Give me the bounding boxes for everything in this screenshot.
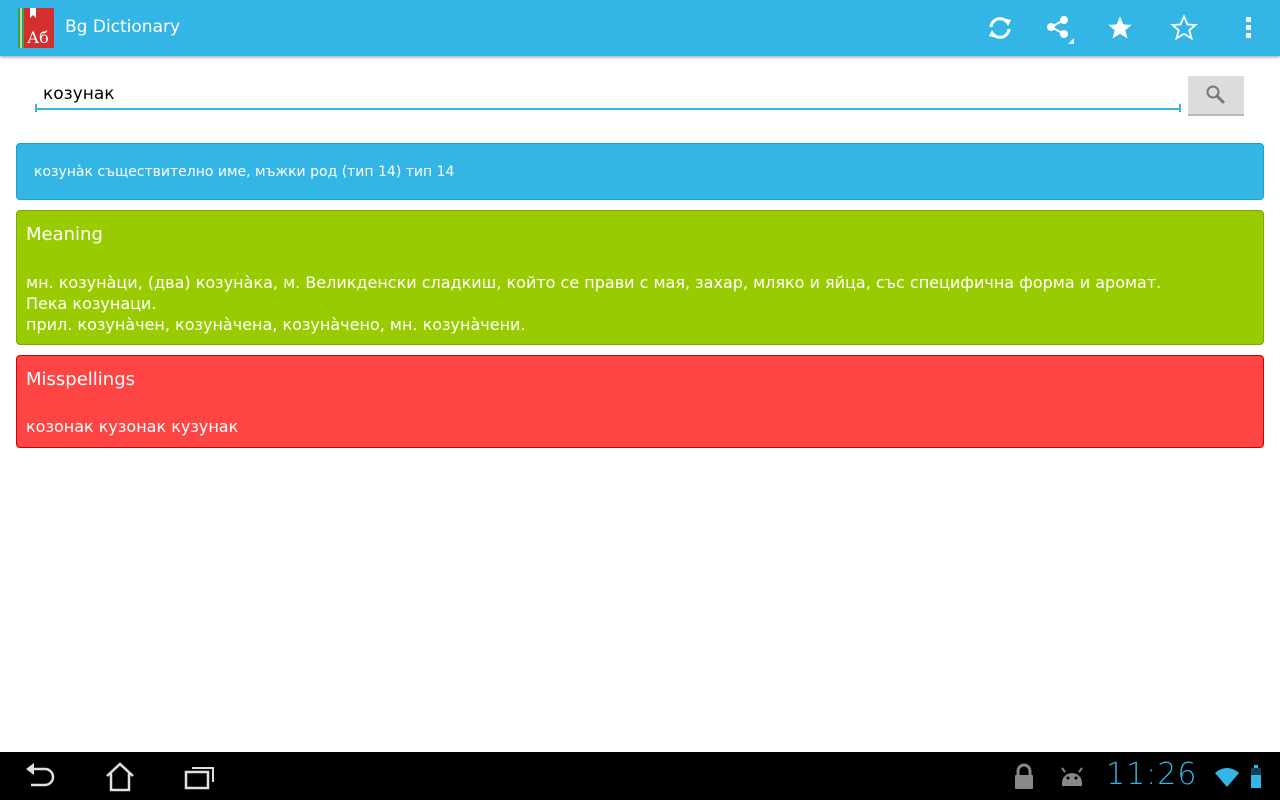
back-button[interactable]	[20, 760, 60, 794]
search-input-edge-left	[35, 104, 37, 112]
back-icon	[26, 763, 55, 787]
app-logo-icon[interactable]: Аб	[16, 6, 56, 50]
refresh-icon	[989, 17, 1011, 39]
home-icon	[106, 762, 134, 792]
action-bar: Аб Bg Dictionary	[0, 0, 1280, 56]
lock-status	[1004, 760, 1044, 794]
battery-icon	[1251, 765, 1261, 788]
home-button[interactable]	[100, 760, 140, 794]
meaning-line-1: мн. козуна̀ци, (два) козуна̀ка, м. Велик…	[26, 273, 1162, 313]
battery-status	[1244, 760, 1268, 794]
meaning-title: Meaning	[26, 224, 103, 245]
overflow-menu-icon	[1246, 17, 1251, 38]
meaning-body: мн. козуна̀ци, (два) козуна̀ка, м. Велик…	[26, 272, 1203, 335]
app-logo-text: Аб	[27, 28, 49, 47]
clock: 11:26	[1106, 757, 1198, 792]
search-input-edge-right	[1179, 104, 1181, 112]
misspellings-card: Misspellings козонак кузонак кузунак	[16, 355, 1264, 448]
lock-icon	[1015, 763, 1033, 789]
meaning-line-2: прил. козуна̀чен, козуна̀чена, козуна̀че…	[26, 315, 526, 334]
recent-apps-button[interactable]	[180, 760, 220, 794]
meaning-card: Meaning мн. козуна̀ци, (два) козуна̀ка, …	[16, 210, 1264, 345]
system-nav-bar: 11:26	[0, 752, 1280, 800]
android-debug-icon	[1061, 767, 1083, 786]
debug-status	[1052, 760, 1092, 794]
share-icon	[1047, 16, 1074, 44]
word-card: козуна̀к съществително име, мъжки род (т…	[16, 143, 1264, 200]
wifi-icon	[1215, 768, 1239, 787]
wifi-status	[1212, 760, 1242, 794]
star-filled-icon	[1108, 16, 1132, 39]
share-button[interactable]	[1038, 8, 1078, 48]
word-card-text: козуна̀к съществително име, мъжки род (т…	[34, 164, 455, 180]
overflow-menu-button[interactable]	[1228, 8, 1268, 48]
favorites-list-button[interactable]	[1164, 8, 1204, 48]
favorite-button[interactable]	[1100, 8, 1140, 48]
misspellings-body: козонак кузонак кузунак	[26, 417, 239, 436]
misspellings-title: Misspellings	[26, 369, 136, 390]
refresh-button[interactable]	[980, 8, 1020, 48]
app-title: Bg Dictionary	[65, 17, 181, 37]
star-outline-icon	[1170, 14, 1198, 41]
search-input[interactable]	[35, 80, 1181, 110]
recent-apps-icon	[184, 767, 214, 790]
search-icon	[1206, 85, 1225, 104]
search-button[interactable]	[1188, 76, 1244, 116]
